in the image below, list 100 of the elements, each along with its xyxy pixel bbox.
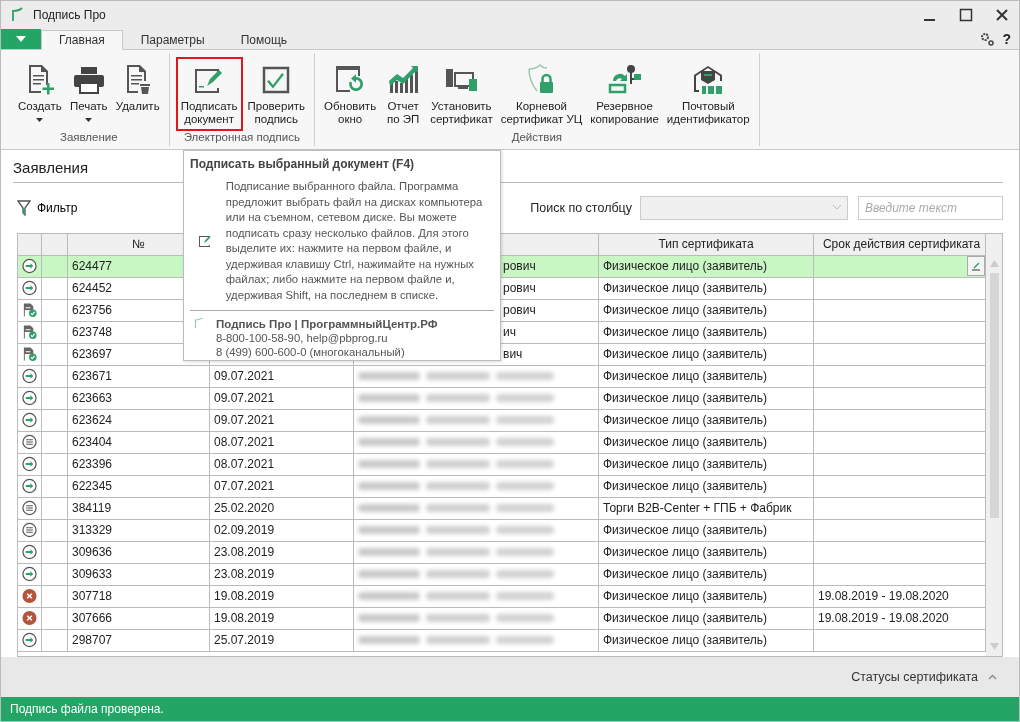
table-row[interactable]: 313329 02.09.2019 Физическое лицо (заявитель) [18,519,986,542]
ribbon-button[interactable]: Удалить [112,57,163,131]
caret-icon [833,205,841,211]
table-cell: Физическое лицо (заявитель) [599,629,814,651]
table-row[interactable]: 307666 19.08.2019 Физическое лицо (заявитель) 19.08.2019 - 19.08.2020 [18,607,986,630]
table-cell: Физическое лицо (заявитель) [599,409,814,431]
ribbon-button[interactable]: Установить сертификат [427,57,496,131]
table-row[interactable]: 623396 08.07.2021 Физическое лицо (заявитель) [18,453,986,476]
filter-icon [17,199,31,216]
table-row[interactable]: 307718 19.08.2019 Физическое лицо (заявитель) 19.08.2019 - 19.08.2020 [18,585,986,608]
ribbon-button[interactable]: Создать [15,57,65,131]
ribbon-button[interactable]: Обновить окно [321,57,380,131]
caret-icon [85,118,93,122]
status-text: Подпись файла проверена. [10,702,164,716]
table-cell: Физическое лицо (заявитель) [599,431,814,453]
table-cell: 307666 [68,607,210,629]
table-row[interactable]: 623663 09.07.2021 Физическое лицо (заявитель) [18,387,986,410]
ribbon-button[interactable]: Корневой сертификат УЦ [497,57,586,131]
ribbon-button[interactable]: Проверить подпись [244,57,309,131]
table-cell: 25.02.2020 [214,501,275,516]
table-row[interactable]: 623624 09.07.2021 Физическое лицо (заявитель) [18,409,986,432]
pen-icon [971,261,981,272]
table-cell: ич [503,325,516,340]
caret-icon [16,36,26,42]
table-cell: 309636 [68,541,210,563]
table-cell: Физическое лицо (заявитель) [599,519,814,541]
checkbox-icon [261,65,292,95]
table-cell: Физическое лицо (заявитель) [599,321,814,343]
chevron-up-icon [988,674,997,680]
table-cell: 313329 [68,519,210,541]
table-cell: Физическое лицо (заявитель) [599,277,814,299]
table-cell: 309633 [68,563,210,585]
edit-button[interactable] [967,256,985,277]
ribbon-button[interactable]: Подписать документ [175,57,243,131]
table-cell: 09.07.2021 [214,369,275,384]
ribbon-button[interactable]: Отчет по ЭП [381,57,426,131]
table-cell: 07.07.2021 [214,479,275,494]
backup-key-icon [606,63,643,95]
ribbon-tab[interactable]: Параметры [122,30,223,50]
table-cell: 25.07.2019 [214,633,275,648]
table-cell: Физическое лицо (заявитель) [599,475,814,497]
table-cell: 09.07.2021 [214,413,275,428]
table-row[interactable]: 384119 25.02.2020 Торги B2B-Center + ГПБ + Фабрик [18,497,986,520]
column-header[interactable]: Тип сертификата [599,233,814,255]
settings-icon[interactable] [980,32,995,46]
search-field[interactable]: Введите текст [858,195,1003,220]
table-cell: 623671 [68,365,210,387]
table-cell: 19.08.2019 [214,611,275,626]
table-cell: рович [503,281,536,296]
filter-button[interactable]: Фильтр [17,199,78,216]
table-cell: 623663 [68,387,210,409]
help-button[interactable]: ? [1002,31,1011,47]
table-cell: Физическое лицо (заявитель) [599,607,814,629]
table-row[interactable]: 298707 25.07.2019 Физическое лицо (заявитель) [18,629,986,652]
group-label: Электронная подпись [183,131,300,143]
ribbon-tab[interactable]: Главная [41,30,123,50]
ribbon-button[interactable]: Резервное копирование [587,57,662,131]
tooltip-title: Подписать выбранный документ (F4) [190,157,416,171]
table-cell: Торги B2B-Center + ГПБ + Фабрик [599,497,814,519]
table-cell: вич [503,347,523,362]
table-row[interactable]: 309633 23.08.2019 Физическое лицо (заявитель) [18,563,986,586]
group-label: Действия [511,131,563,143]
ribbon-tab[interactable]: Помощь [222,30,305,50]
table-cell: 19.08.2019 - 19.08.2020 [818,611,949,626]
table-cell: рович [503,303,536,318]
maximize-icon[interactable] [959,8,973,22]
table-cell: 19.08.2019 [214,589,275,604]
table-cell: Физическое лицо (заявитель) [599,387,814,409]
group-label: Заявление [59,131,118,143]
table-row[interactable]: 623671 09.07.2021 Физическое лицо (заявитель) [18,365,986,388]
table-row[interactable]: 309636 23.08.2019 Физическое лицо (заявитель) [18,541,986,564]
table-cell: 09.07.2021 [214,391,275,406]
table-cell: Физическое лицо (заявитель) [599,299,814,321]
certificate-status-button[interactable]: Статусы сертификата [845,669,1003,685]
app-logo-icon [194,317,204,329]
table-cell: 08.07.2021 [214,435,275,450]
printer-icon [71,65,106,95]
table-row[interactable]: 622345 07.07.2021 Физическое лицо (заявитель) [18,475,986,498]
table-cell: рович [503,259,536,274]
table-cell: Физическое лицо (заявитель) [599,365,814,387]
ribbon-button[interactable]: Печать [66,57,111,131]
table-row[interactable]: 623404 08.07.2021 Физическое лицо (заявитель) [18,431,986,454]
table-cell: Физическое лицо (заявитель) [599,541,814,563]
table-cell: 08.07.2021 [214,457,275,472]
table-cell: 02.09.2019 [214,523,275,538]
app-logo-icon [11,7,25,23]
tooltip-footer-line: 8-800-100-58-90, help@pbprog.ru [216,331,389,345]
table-cell: 623396 [68,453,210,475]
table-cell: 298707 [68,629,210,651]
close-icon[interactable] [995,8,1009,22]
search-label: Поиск по столбцу [530,200,632,215]
bar-chart-icon [387,63,420,95]
table-cell: 307718 [68,585,210,607]
column-dropdown[interactable] [640,195,848,220]
table-cell: Физическое лицо (заявитель) [599,453,814,475]
ribbon-button[interactable]: Почтовый идентификатор [663,57,753,131]
window-title: Подпись Про [33,8,106,22]
table-cell: 19.08.2019 - 19.08.2020 [818,589,949,604]
menu-button[interactable] [1,29,41,49]
table-cell: 623624 [68,409,210,431]
